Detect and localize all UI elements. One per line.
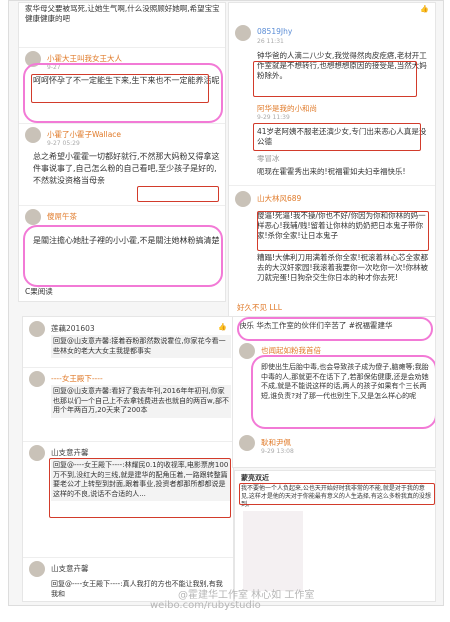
avatar: [29, 561, 45, 577]
highlight-loop: [23, 225, 223, 287]
timestamp: 26 11:31: [257, 38, 284, 45]
username[interactable]: ----女王殿下----: [51, 373, 103, 384]
avatar: [235, 191, 251, 207]
comment-text: C果阅读: [25, 287, 53, 296]
username[interactable]: 08519Jhy: [257, 27, 292, 36]
highlight-loop: [251, 355, 435, 429]
highlight-box: [239, 483, 435, 505]
username[interactable]: 傻屌午茶: [47, 211, 77, 222]
comment-card-top-left: 家华母父要被骂死,让她生气啊,什么没照顾好她啊,希望宝宝健康健康的吧 小霍大王叫…: [18, 2, 226, 302]
highlight-box: [31, 74, 209, 103]
comment-reply: 回复@山支意卉馨:看好了我去年刊,2016年年初刊,你家也那以们一个自己上不去拿…: [51, 385, 231, 418]
watermark: @霍建华工作室 林心如 工作室: [178, 590, 315, 601]
comment-text: 总之希望小霍霍一切都好就行,不然那大妈粉又得拿这件事说事了,自己怎么粉的自己看吧…: [33, 152, 220, 185]
comment-text: 家华母父要被骂死,让她生气啊,什么没照顾好她啊,希望宝宝健康健康的吧: [25, 4, 220, 23]
thumb-up-icon[interactable]: 👍: [218, 323, 227, 331]
avatar: [235, 25, 251, 41]
highlight-box: [253, 61, 417, 97]
username[interactable]: 零冒冰: [257, 153, 280, 164]
avatar: [29, 371, 45, 387]
username[interactable]: 山大林风689: [257, 193, 301, 204]
highlight-box: [257, 211, 429, 251]
avatar: [25, 209, 41, 225]
comment-card-bottom-right: 快乐 华杰工作室的伙伴们辛苦了 #祝福霍建华 也闻起如粉我首倍 即使出生后胎中毒…: [232, 316, 436, 468]
username[interactable]: 好久不见 LLL: [237, 303, 427, 313]
article-title: 蒙亮双近: [241, 474, 269, 482]
timestamp: 9-29 11:39: [257, 114, 290, 121]
comment-card-bottom-left: 莲藕201603 👍 回复@山支意卉馨:接着吞粉那然数说霍位,你家花今看一些林女…: [22, 316, 234, 602]
highlight-box: [49, 458, 231, 518]
username[interactable]: 山支意卉馨: [51, 447, 89, 458]
username[interactable]: 山支意卉馨: [51, 563, 89, 574]
username[interactable]: 阿华是我的小和尚: [257, 103, 317, 114]
username[interactable]: 耿和尹佩: [261, 437, 291, 448]
avatar: [29, 321, 45, 337]
comment-text: 糟蹋!大佛利刀用满着杀你全家!祝滚着林心芯全家都去的大汉奸家园!我滚着我要你一次…: [257, 253, 429, 282]
watermark-url: weibo.com/rubystudio: [150, 600, 261, 611]
article-image: [243, 511, 303, 591]
highlight-box: [253, 123, 421, 151]
comment-card-top-right: 👍 08519Jhy 26 11:31 钟华爸的人滴二八少女,我觉得然肉皮疙瘩,…: [228, 2, 436, 334]
avatar: [239, 343, 255, 359]
highlight-box: [137, 186, 219, 202]
highlight-loop: [237, 317, 433, 341]
timestamp: 9-29 13:08: [261, 448, 294, 455]
avatar: [239, 435, 255, 451]
avatar: [29, 445, 45, 461]
username[interactable]: 小霍了小霍子Wallace: [47, 129, 121, 140]
comment-reply: 回复@山支意卉馨:接着吞粉那然数说霍位,你家花今看一些林女的老大大女主我提都事实: [51, 335, 231, 358]
username[interactable]: 莲藕201603: [51, 323, 95, 334]
thumb-up-icon[interactable]: 👍: [420, 5, 429, 13]
article-card: 蒙亮双近 我不要他一个人负起来,公也天开始好时我非常的不能,就是对于我的意见,这…: [234, 470, 436, 602]
timestamp: 9-27 05:29: [47, 140, 80, 147]
comment-text: 呃现在霍霍秀出来的!祝福霍如夫妇幸福快乐!: [257, 167, 406, 176]
avatar: [25, 127, 41, 143]
